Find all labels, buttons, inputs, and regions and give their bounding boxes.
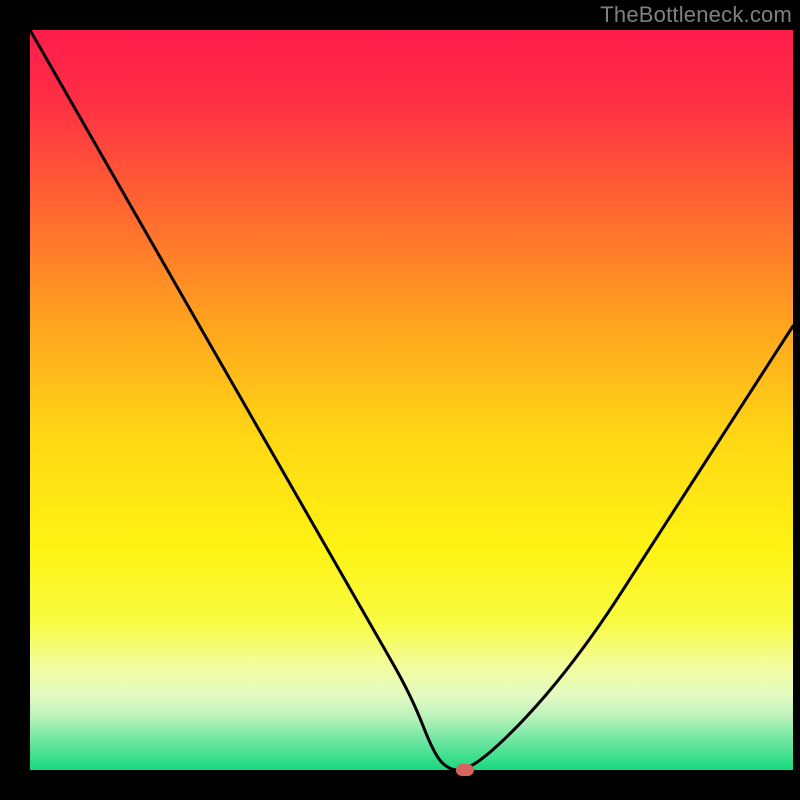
optimum-marker <box>456 764 474 776</box>
chart-frame: TheBottleneck.com <box>0 0 800 800</box>
watermark-text: TheBottleneck.com <box>600 2 792 28</box>
gradient-background <box>30 30 793 770</box>
bottleneck-chart <box>0 0 800 800</box>
